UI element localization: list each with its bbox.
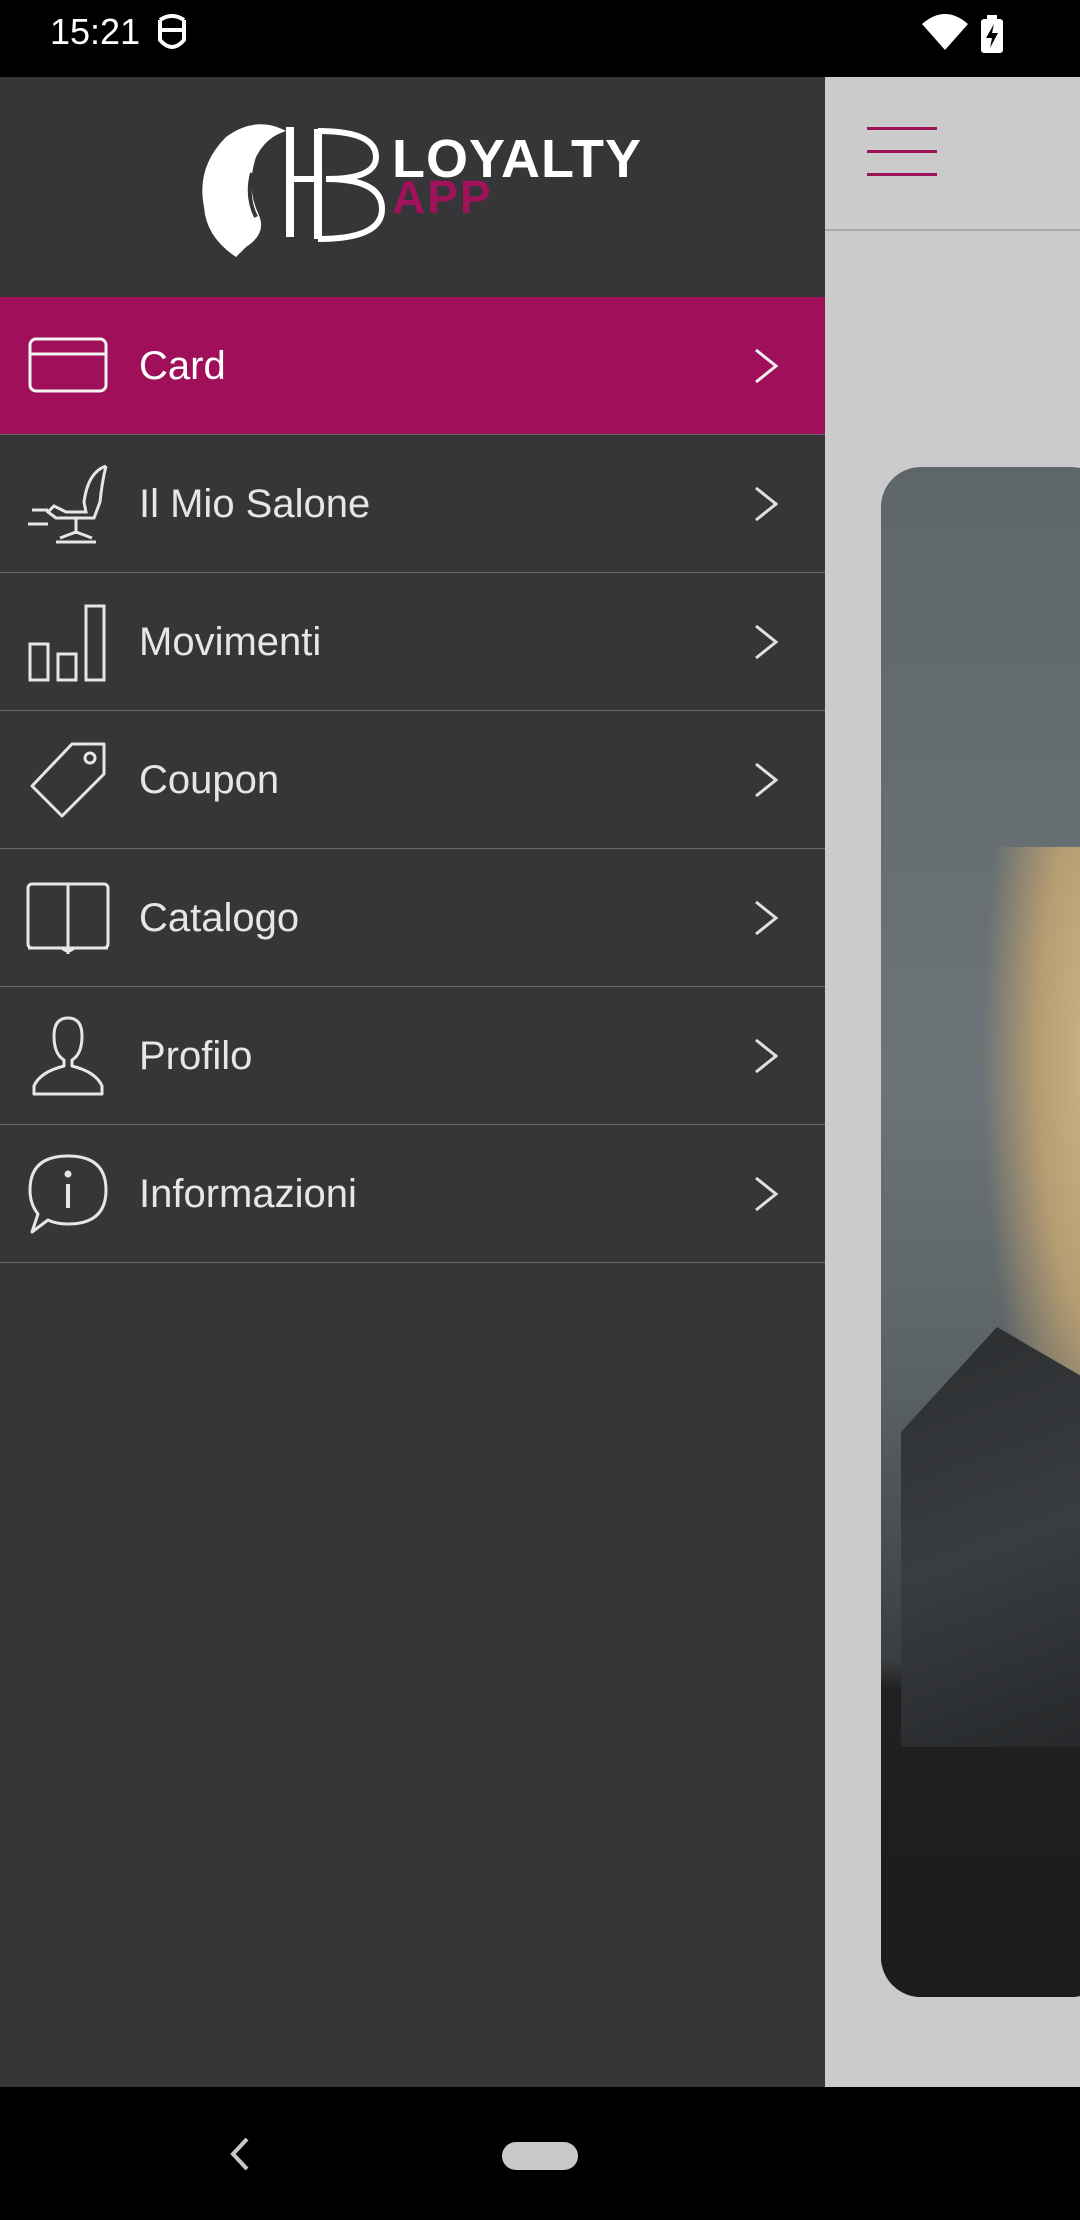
menu-item-label: Il Mio Salone — [139, 482, 371, 526]
status-time: 15:21 — [50, 11, 141, 52]
book-icon — [26, 882, 110, 954]
menu-item-label: Catalogo — [139, 896, 300, 940]
menu-item-label: Coupon — [139, 758, 280, 802]
hamburger-menu-icon[interactable] — [867, 127, 937, 177]
tag-icon — [30, 742, 106, 818]
menu-item-movimenti[interactable]: Movimenti — [0, 573, 825, 711]
menu-item-label: Informazioni — [139, 1172, 357, 1216]
menu-item-card[interactable]: Card — [0, 297, 825, 435]
info-bubble-icon — [28, 1154, 108, 1234]
system-navigation-bar — [0, 2087, 1080, 2220]
menu-item-informazioni[interactable]: Informazioni — [0, 1125, 825, 1263]
status-bar: 15:21 — [0, 0, 1080, 77]
user-icon — [32, 1016, 104, 1096]
app-logo: LOYALTY APP — [186, 117, 646, 257]
navigation-drawer: LOYALTY APP Card Il Mio Salone Movimenti… — [0, 77, 825, 2087]
chevron-right-icon — [755, 348, 779, 384]
wifi-icon — [922, 14, 968, 50]
back-icon[interactable] — [225, 2129, 255, 2179]
card-icon — [28, 337, 108, 393]
bar-chart-icon — [28, 604, 106, 682]
menu-item-coupon[interactable]: Coupon — [0, 711, 825, 849]
menu-item-catalogo[interactable]: Catalogo — [0, 849, 825, 987]
chevron-right-icon — [755, 900, 779, 936]
drawer-menu: Card Il Mio Salone Movimenti Coupon Cata… — [0, 297, 825, 1263]
drawer-header: LOYALTY APP — [0, 77, 825, 298]
chevron-right-icon — [755, 762, 779, 798]
chevron-right-icon — [755, 486, 779, 522]
menu-item-il-mio-salone[interactable]: Il Mio Salone — [0, 435, 825, 573]
notification-icon — [158, 14, 186, 49]
hero-image — [881, 467, 1080, 1997]
chevron-right-icon — [755, 624, 779, 660]
logo-mark-icon — [202, 124, 386, 257]
battery-charging-icon — [981, 15, 1003, 53]
home-pill-icon[interactable] — [502, 2142, 578, 2170]
menu-item-label: Card — [139, 344, 226, 388]
menu-item-label: Profilo — [139, 1034, 253, 1078]
menu-item-label: Movimenti — [139, 620, 322, 664]
chevron-right-icon — [755, 1176, 779, 1212]
app-toolbar — [825, 77, 1080, 231]
chevron-right-icon — [755, 1038, 779, 1074]
salon-chair-icon — [28, 464, 108, 544]
main-content — [825, 77, 1080, 2087]
menu-item-profilo[interactable]: Profilo — [0, 987, 825, 1125]
logo-text-app: APP — [392, 171, 493, 223]
